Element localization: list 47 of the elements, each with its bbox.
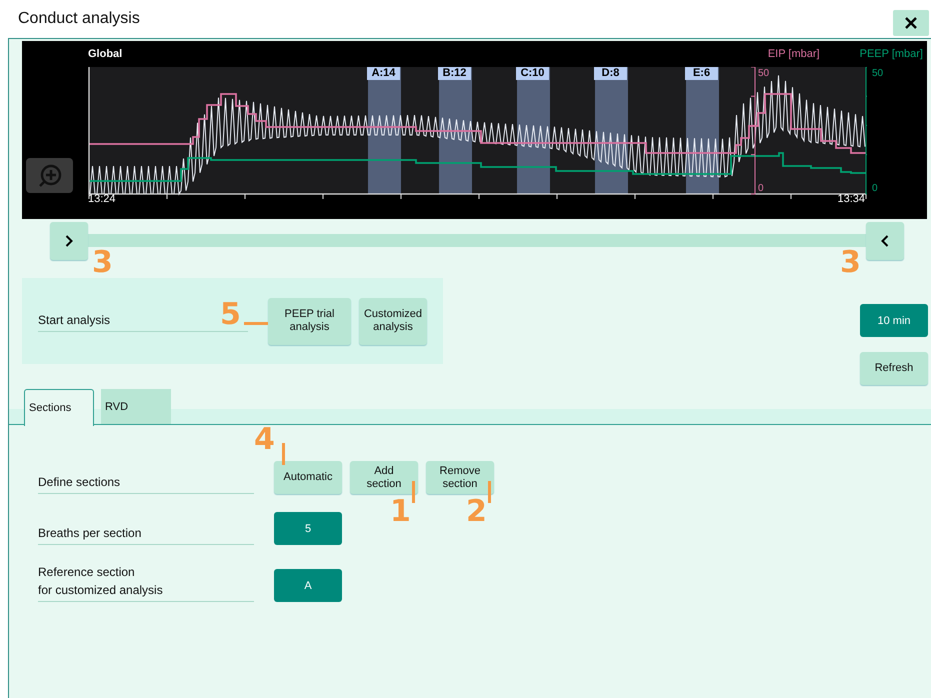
section-label: A:14 [367,67,400,80]
callout-number: 1 [390,497,411,527]
close-button[interactable] [893,10,929,36]
row-label: Reference section for customized analysis [38,563,254,602]
start-time: 13:24 [88,193,116,205]
window-title: Conduct analysis [18,10,140,28]
value-button[interactable]: 5 [274,512,342,545]
axis-label: 50 [872,68,884,79]
row-label: Define sections [38,473,254,494]
row-label: Breaths per section [38,524,254,545]
section-label: D:8 [594,67,627,80]
close-icon [905,17,917,29]
analysis-button[interactable]: Customized analysis [359,298,427,344]
refresh-button[interactable]: Refresh [860,352,928,385]
value-button[interactable]: A [274,569,342,602]
time-range-button[interactable]: 10 min [860,304,928,337]
scroll-track[interactable] [88,234,866,247]
legend-label: EIP [mbar] [768,48,820,60]
leader-line [244,322,268,324]
chevron-left-icon [881,235,889,247]
axis-label: 50 [758,68,770,79]
tab[interactable]: Sections [24,389,94,426]
callout-number: 3 [840,248,861,278]
scroll-forward-button[interactable] [50,222,88,260]
leader-line [488,481,491,503]
chart-title: Global [88,48,122,60]
chevron-right-icon [65,235,73,247]
zoom-in-icon [36,162,62,188]
callout-number: 3 [92,248,113,278]
legend-label: PEEP [mbar] [860,48,923,60]
end-time: 13:34 [837,193,865,205]
analysis-button[interactable]: PEEP trial analysis [268,298,351,344]
section-label: C:10 [516,67,549,80]
leader-line [282,443,285,465]
section-label: E:6 [685,67,718,80]
axis-label: 0 [872,183,878,194]
section-label: B:12 [438,67,471,80]
tab[interactable]: RVD [101,389,171,424]
scroll-back-button[interactable] [866,222,904,260]
callout-number: 2 [466,497,487,527]
section-button[interactable]: Automatic [274,461,342,494]
axis-label: 0 [758,183,764,194]
leader-line [412,481,415,503]
callout-number: 4 [254,425,275,455]
section-button[interactable]: Add section [350,461,418,494]
section-button[interactable]: Remove section [426,461,494,494]
callout-number: 5 [220,300,241,330]
